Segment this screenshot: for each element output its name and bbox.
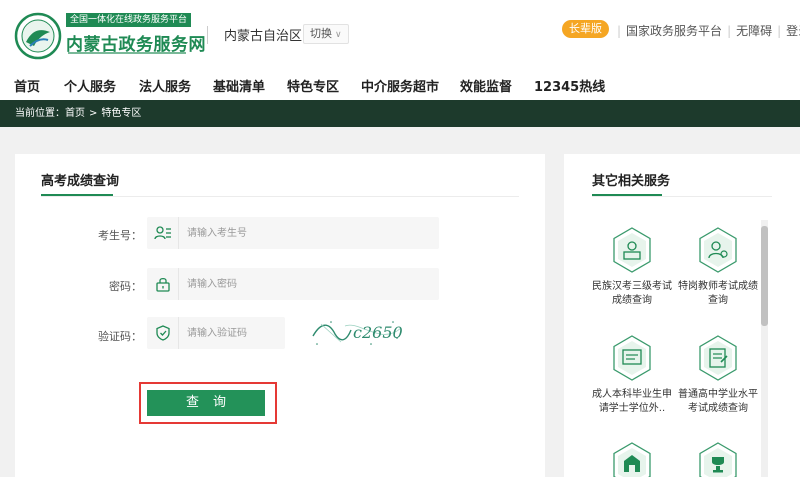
related-services-divider: [592, 196, 772, 197]
service-label: 成人本科毕业生申请学士学位外..: [592, 389, 672, 414]
region-name: 内蒙古自治区: [224, 29, 303, 44]
certificate-icon: [613, 227, 651, 273]
chevron-down-icon: ∨: [335, 30, 342, 40]
query-button[interactable]: 查询: [147, 390, 265, 416]
accessibility-link[interactable]: 无障碍: [736, 24, 772, 38]
related-services-underline: [592, 194, 662, 196]
exam-no-field: [147, 217, 439, 249]
login-link[interactable]: 登录: [786, 24, 800, 38]
nav-item-special-zone[interactable]: 特色专区: [287, 76, 339, 95]
link-separator: |: [727, 24, 732, 38]
related-services-title: 其它相关服务: [592, 174, 671, 189]
breadcrumb-home[interactable]: 首页: [65, 108, 85, 119]
nav-item-efficiency[interactable]: 效能监督: [460, 76, 512, 95]
user-id-icon: [147, 217, 179, 249]
main-nav: 首页 个人服务 法人服务 基础清单 特色专区 中介服务超市 效能监督 12345…: [0, 68, 800, 100]
panel-title-underline: [41, 194, 113, 196]
logo-underline: [68, 52, 186, 54]
side-scrollbar-thumb[interactable]: [761, 226, 768, 326]
service-label: 普通高中学业水平考试成绩查询: [678, 389, 758, 414]
header-divider: [207, 26, 208, 44]
lock-icon: [147, 268, 179, 300]
service-ethnic-chinese-exam[interactable]: 民族汉考三级考试成绩查询: [590, 226, 674, 308]
captcha-label: 验证码：: [98, 330, 142, 343]
breadcrumb-current: 特色专区: [101, 108, 142, 119]
national-platform-link[interactable]: 国家政务服务平台: [626, 24, 722, 38]
captcha-text: c2650: [353, 323, 403, 342]
score-query-panel: 高考成绩查询 考生号： 密码： 验证码：: [15, 154, 545, 477]
shield-check-icon: [147, 317, 179, 349]
password-field: [147, 268, 439, 300]
breadcrumb: 当前位置：首页 > 特色专区: [0, 100, 800, 127]
service-high-school-level[interactable]: 普通高中学业水平考试成绩查询: [676, 334, 760, 416]
trophy-icon: [699, 442, 737, 477]
teacher-icon: [699, 227, 737, 273]
link-separator: |: [777, 24, 782, 38]
password-label: 密码：: [109, 280, 142, 293]
region-switch-label: 切换: [310, 27, 332, 40]
service-teacher-exam[interactable]: 特岗教师考试成绩查询: [676, 226, 760, 308]
related-services-panel: 其它相关服务 民族汉考三级考试成绩查询 特岗教师考试成绩查询 成人本科毕业生申请…: [564, 154, 800, 477]
service-label: 民族汉考三级考试成绩查询: [592, 281, 672, 306]
nav-item-hotline[interactable]: 12345热线: [534, 76, 605, 95]
exam-paper-icon: [699, 335, 737, 381]
site-header: 全国一体化在线政务服务平台 内蒙古政务服务网 内蒙古自治区 切换 ∨ 长辈版 | 国…: [0, 0, 800, 68]
service-adult-bachelor[interactable]: 成人本科毕业生申请学士学位外..: [590, 334, 674, 416]
nav-item-corporate[interactable]: 法人服务: [139, 76, 191, 95]
breadcrumb-prefix: 当前位置：: [15, 108, 65, 119]
nav-item-agency-market[interactable]: 中介服务超市: [361, 76, 439, 95]
link-separator: |: [617, 24, 622, 38]
exam-no-label: 考生号：: [98, 229, 142, 242]
captcha-field: [147, 317, 285, 349]
nav-item-home[interactable]: 首页: [14, 76, 40, 95]
service-item-6[interactable]: [676, 441, 760, 477]
exam-no-input[interactable]: [187, 217, 427, 249]
elder-version-button[interactable]: 长辈版: [562, 20, 609, 38]
service-label: 特岗教师考试成绩查询: [678, 281, 758, 306]
nav-item-personal[interactable]: 个人服务: [64, 76, 116, 95]
school-icon: [613, 442, 651, 477]
top-links: | 国家政务服务平台 | 无障碍 | 登录: [612, 22, 800, 39]
platform-slogan: 全国一体化在线政务服务平台: [66, 13, 192, 27]
nav-item-basic-list[interactable]: 基础清单: [213, 76, 265, 95]
breadcrumb-separator: >: [89, 108, 98, 119]
password-input[interactable]: [187, 268, 427, 300]
service-item-5[interactable]: [590, 441, 674, 477]
panel-divider: [41, 196, 519, 197]
captcha-input[interactable]: [187, 317, 277, 349]
region-switch-button[interactable]: 切换 ∨: [303, 24, 349, 44]
logo-emblem-icon[interactable]: [14, 12, 62, 60]
captcha-image[interactable]: c2650: [311, 316, 403, 348]
panel-title: 高考成绩查询: [41, 174, 120, 189]
diploma-icon: [613, 335, 651, 381]
